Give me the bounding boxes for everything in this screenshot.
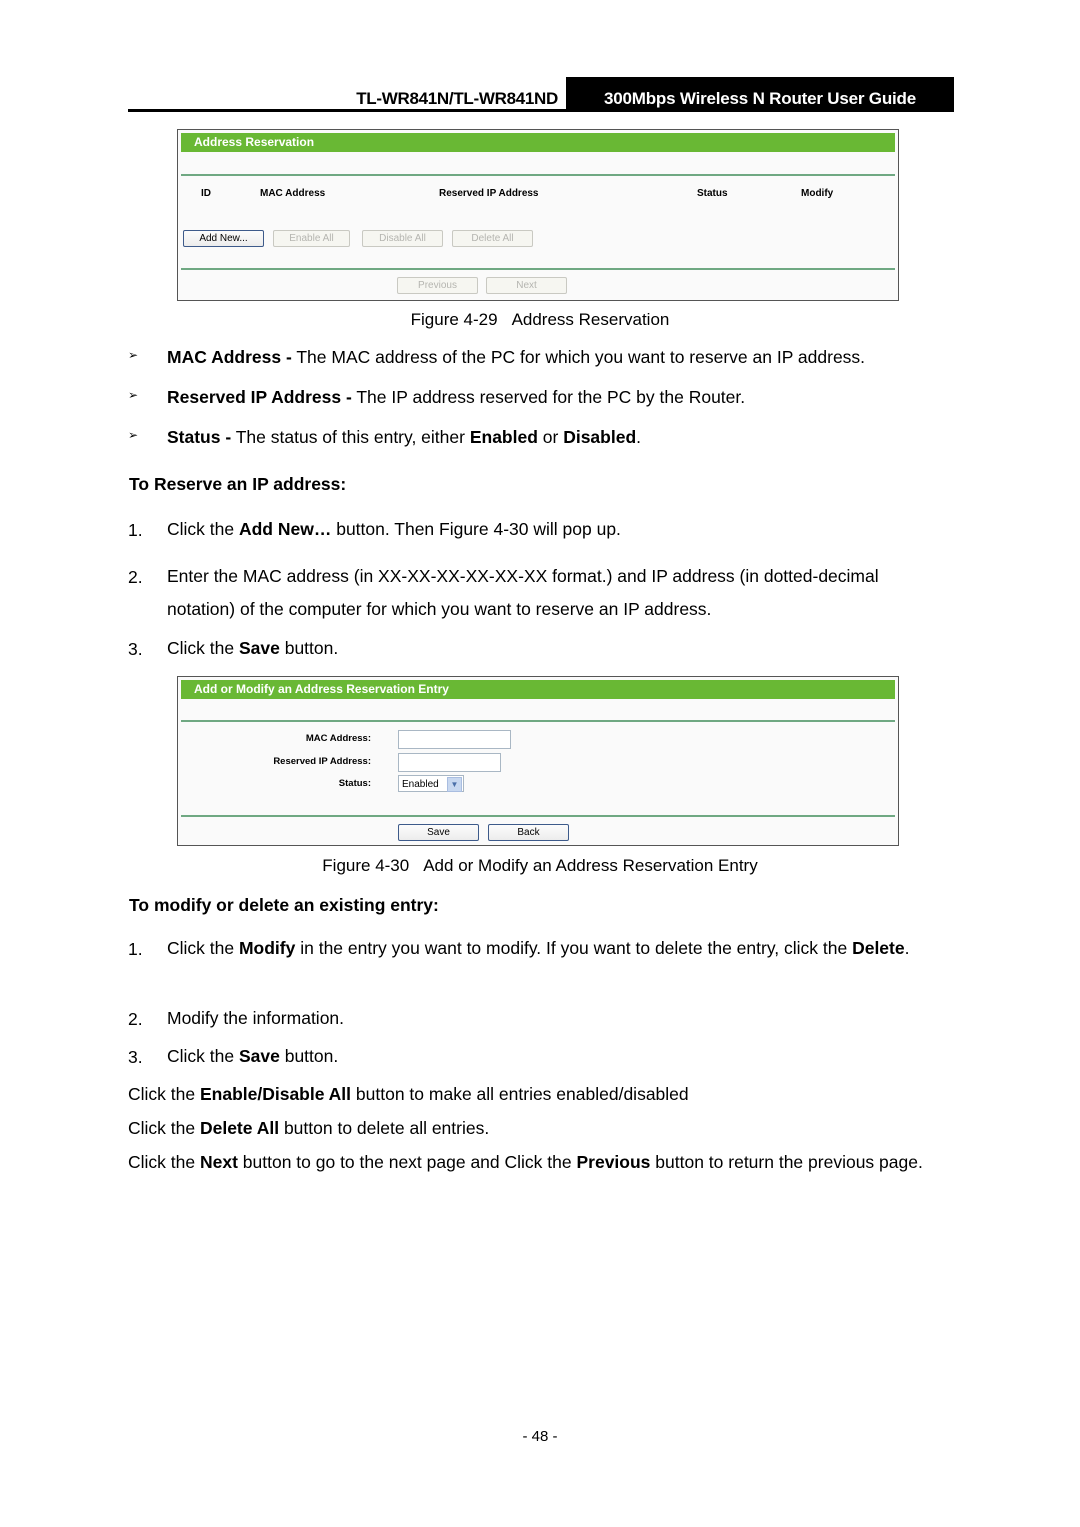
page-number: - 48 - — [522, 1428, 558, 1445]
divider — [181, 815, 895, 817]
figure-caption: Figure 4-30 Add or Modify an Address Rese… — [322, 856, 758, 875]
page-header: TL-WR841N/TL-WR841ND 300Mbps Wireless N … — [128, 77, 954, 112]
note-paragraph: Click the Delete All button to delete al… — [128, 1118, 490, 1138]
column-status: Status — [697, 188, 728, 199]
note-paragraph: Click the Next button to go to the next … — [128, 1152, 923, 1172]
section-heading: To Reserve an IP address: — [129, 474, 347, 494]
address-reservation-screenshot: Address Reservation ID MAC Address Reser… — [177, 129, 899, 301]
status-label: Status: — [338, 778, 371, 789]
figure-caption: Figure 4-29 Address Reservation — [410, 310, 670, 329]
model-name: TL-WR841N/TL-WR841ND — [356, 89, 558, 108]
delete-all-button[interactable]: Delete All — [452, 230, 533, 247]
next-button[interactable]: Next — [486, 277, 567, 294]
add-modify-entry-screenshot: Add or Modify an Address Reservation Ent… — [177, 676, 899, 846]
chevron-down-icon: ▼ — [447, 777, 462, 792]
column-mac-address: MAC Address — [260, 188, 326, 199]
reserved-ip-input[interactable] — [398, 753, 501, 772]
divider — [181, 268, 895, 270]
step-item: 1. Click the Add New… button. Then Figur… — [128, 519, 621, 540]
column-modify: Modify — [801, 188, 834, 199]
step-item: 2. Enter the MAC address (in XX-XX-XX-XX… — [128, 566, 879, 619]
back-button[interactable]: Back — [488, 824, 569, 841]
mac-address-label: MAC Address: — [305, 733, 371, 744]
panel-title: Add or Modify an Address Reservation Ent… — [181, 680, 895, 699]
enable-all-button[interactable]: Enable All — [273, 230, 350, 247]
guide-title: 300Mbps Wireless N Router User Guide — [566, 77, 954, 112]
mac-address-input[interactable] — [398, 730, 511, 749]
step-item: 3. Click the Save button. — [128, 1046, 339, 1067]
step-item: 3. Click the Save button. — [128, 638, 339, 659]
arrowhead-bullet-icon: ➢ — [128, 428, 139, 442]
reserved-ip-label: Reserved IP Address: — [273, 756, 371, 767]
note-paragraph: Click the Enable/Disable All button to m… — [128, 1084, 689, 1104]
column-id: ID — [201, 188, 211, 199]
divider — [181, 174, 895, 176]
arrowhead-bullet-icon: ➢ — [128, 348, 139, 362]
column-reserved-ip: Reserved IP Address — [439, 188, 539, 199]
previous-button[interactable]: Previous — [397, 277, 478, 294]
step-item: 2. Modify the information. — [128, 1008, 345, 1029]
step-item: 1. Click the Modify in the entry you wan… — [128, 938, 910, 959]
status-select[interactable]: Enabled ▼ — [398, 775, 464, 792]
add-new-button[interactable]: Add New... — [183, 230, 264, 247]
panel-title: Address Reservation — [181, 133, 895, 152]
arrowhead-bullet-icon: ➢ — [128, 388, 139, 402]
save-button[interactable]: Save — [398, 824, 479, 841]
section-heading: To modify or delete an existing entry: — [129, 895, 439, 915]
disable-all-button[interactable]: Disable All — [362, 230, 443, 247]
header-rule — [128, 109, 568, 112]
divider — [181, 720, 895, 722]
